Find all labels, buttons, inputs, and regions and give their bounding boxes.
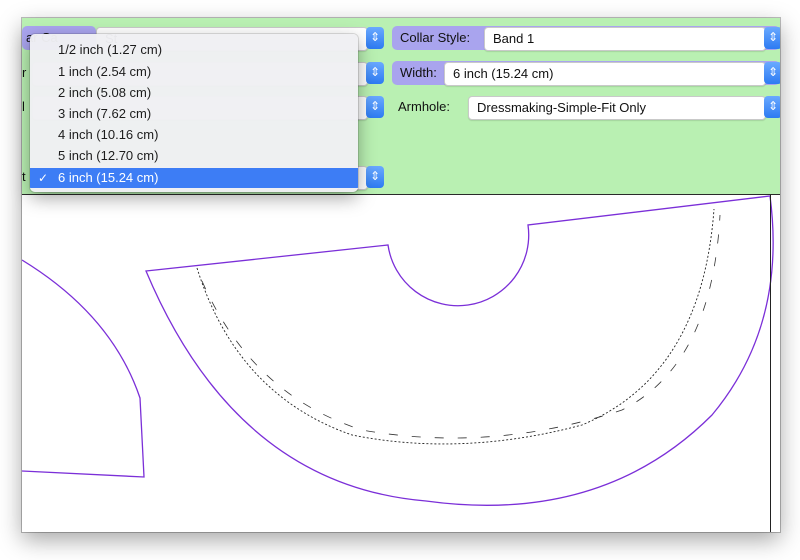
dropdown-option[interactable]: 5 inch (12.70 cm) [30,146,358,166]
chevron-up-down-icon[interactable]: ⇕ [366,62,384,84]
dropdown-option[interactable]: 3 inch (7.62 cm) [30,104,358,124]
left-pattern-piece [22,259,145,478]
collar-outline [145,195,774,506]
width-dropdown-menu[interactable]: 1/2 inch (1.27 cm) 1 inch (2.54 cm) 2 in… [30,34,358,192]
dropdown-option[interactable]: 1 inch (2.54 cm) [30,62,358,82]
dropdown-option-selected[interactable]: ✓ 6 inch (15.24 cm) [30,168,358,188]
option-label: 4 inch (10.16 cm) [58,127,159,142]
stitch-line [196,208,715,445]
option-label: 3 inch (7.62 cm) [58,106,152,121]
width-select[interactable]: 6 inch (15.24 cm) [444,62,766,86]
dropdown-option[interactable]: 2 inch (5.08 cm) [30,83,358,103]
armhole-value: Dressmaking-Simple-Fit Only [477,100,647,115]
option-label: 5 inch (12.70 cm) [58,148,159,163]
width-value: 6 inch (15.24 cm) [453,66,554,81]
dropdown-option[interactable]: 1/2 inch (1.27 cm) [30,40,358,60]
collar-style-label: Collar Style: [400,30,471,45]
collar-style-select[interactable]: Band 1 [484,27,766,51]
row4-partial-label: l [22,99,25,114]
armhole-select[interactable]: Dressmaking-Simple-Fit Only [468,96,766,120]
option-label: 1 inch (2.54 cm) [58,64,152,79]
collar-pattern-drawing [22,195,774,506]
dropdown-option[interactable]: 4 inch (10.16 cm) [30,125,358,145]
chevron-up-down-icon[interactable]: ⇕ [764,96,780,118]
option-label: 6 inch (15.24 cm) [58,170,159,185]
chevron-up-down-icon[interactable]: ⇕ [366,96,384,118]
checkmark-icon: ✓ [38,171,49,185]
option-label: 1/2 inch (1.27 cm) [58,42,163,57]
chevron-up-down-icon[interactable]: ⇕ [366,166,384,188]
chevron-up-down-icon[interactable]: ⇕ [764,27,780,49]
canvas-right-border [770,195,771,532]
option-label: 2 inch (5.08 cm) [58,85,152,100]
row3-partial-label: r [22,65,27,80]
pattern-canvas[interactable] [22,195,780,532]
chevron-up-down-icon[interactable]: ⇕ [764,62,780,84]
collar-style-value: Band 1 [493,31,535,46]
armhole-label: Armhole: [398,99,451,114]
grain-line [201,214,721,439]
chevron-up-down-icon[interactable]: ⇕ [366,27,384,49]
width-label: Width: [400,65,437,80]
row5-partial-label: t [22,169,26,184]
